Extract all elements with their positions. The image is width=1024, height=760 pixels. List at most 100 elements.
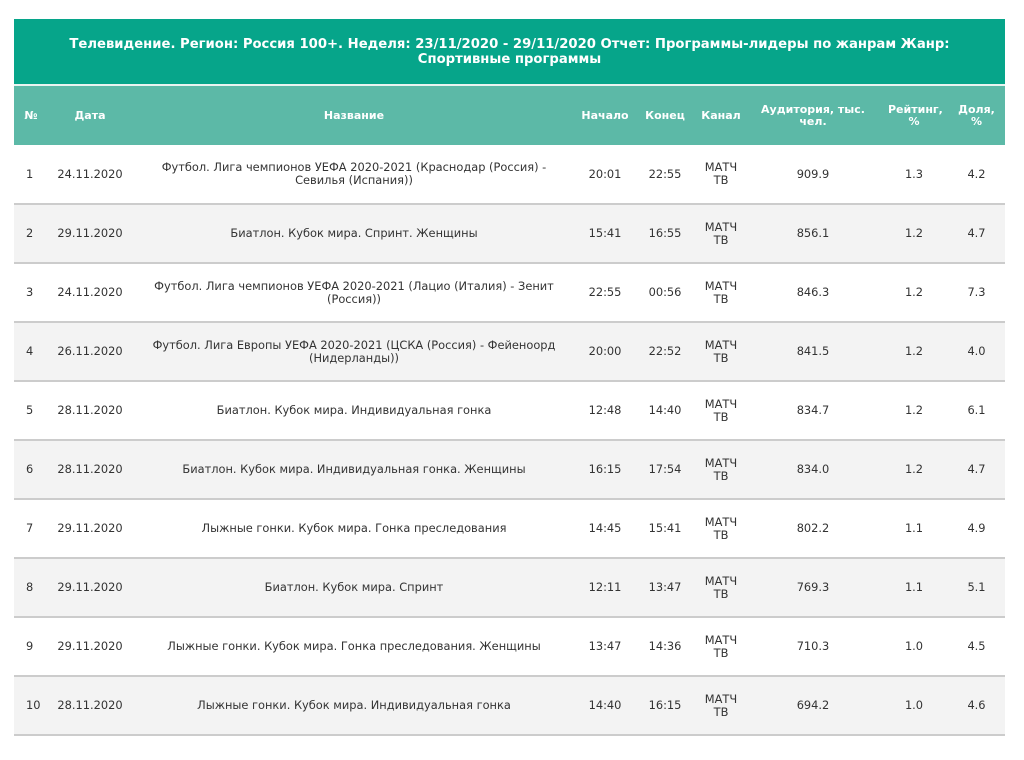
- table-row: 5 28.11.2020 Биатлон. Кубок мира. Индивиду…: [14, 381, 1005, 440]
- column-header-date[interactable]: Дата: [48, 84, 132, 145]
- cell-program-name: Лыжные гонки. Кубок мира. Индивидуальная…: [197, 698, 511, 712]
- cell-program-name: Биатлон. Кубок мира. Индивидуальная гонк…: [182, 462, 526, 476]
- cell-share: 5.1: [967, 580, 986, 594]
- cell-start-time: 20:00: [588, 344, 622, 358]
- channel-label: МАТЧ ТВ: [704, 514, 738, 542]
- cell-audience: 846.3: [796, 285, 830, 299]
- cell-channel: МАТЧ ТВ: [696, 558, 746, 617]
- table-row: 4 26.11.2020 Футбол. Лига Европы УЕФА 2020…: [14, 322, 1005, 381]
- cell-date: 29.11.2020: [57, 580, 123, 594]
- column-header-start[interactable]: Начало: [576, 84, 634, 145]
- cell-channel: МАТЧ ТВ: [696, 676, 746, 735]
- cell-start-time: 14:45: [588, 521, 622, 535]
- cell-audience: 769.3: [796, 580, 830, 594]
- table-row: 7 29.11.2020 Лыжные гонки. Кубок мира. Гон…: [14, 499, 1005, 558]
- cell-num: 3: [26, 285, 34, 299]
- cell-program-name: Лыжные гонки. Кубок мира. Гонка преследо…: [167, 639, 541, 653]
- table-row: 6 28.11.2020 Биатлон. Кубок мира. Индивиду…: [14, 440, 1005, 499]
- channel-label: МАТЧ ТВ: [704, 160, 738, 187]
- table-header: № Дата Название Начало Конец Канал Аудит…: [14, 84, 1005, 145]
- cell-program-name: Биатлон. Кубок мира. Спринт: [264, 580, 444, 594]
- cell-share: 4.9: [967, 521, 986, 535]
- cell-end-time: 17:54: [648, 462, 682, 476]
- cell-audience: 834.0: [796, 462, 830, 476]
- channel-label: МАТЧ ТВ: [704, 691, 738, 719]
- cell-share: 4.7: [967, 226, 986, 240]
- cell-program-name: Футбол. Лига чемпионов УЕФА 2020-2021 (К…: [161, 160, 547, 187]
- cell-share: 7.3: [967, 285, 986, 299]
- cell-share: 4.5: [967, 639, 986, 653]
- report-container: Телевидение. Регион: Россия 100+. Неделя…: [14, 19, 1005, 736]
- cell-date: 28.11.2020: [57, 462, 123, 476]
- channel-label: МАТЧ ТВ: [704, 337, 738, 365]
- cell-rating: 1.3: [904, 166, 924, 181]
- column-header-end[interactable]: Конец: [634, 84, 696, 145]
- cell-audience: 841.5: [796, 344, 830, 358]
- column-header-num[interactable]: №: [14, 84, 48, 145]
- cell-date: 29.11.2020: [57, 226, 123, 240]
- cell-date: 28.11.2020: [57, 403, 123, 417]
- cell-channel: МАТЧ ТВ: [696, 145, 746, 204]
- table-row: 2 29.11.2020 Биатлон. Кубок мира. Спринт. …: [14, 204, 1005, 263]
- column-header-name[interactable]: Название: [132, 84, 576, 145]
- cell-channel: МАТЧ ТВ: [696, 499, 746, 558]
- cell-date: 24.11.2020: [57, 166, 123, 181]
- cell-audience: 834.7: [796, 403, 830, 417]
- cell-start-time: 12:11: [588, 580, 622, 594]
- cell-share: 4.7: [967, 462, 986, 476]
- cell-date: 29.11.2020: [57, 521, 123, 535]
- cell-channel: МАТЧ ТВ: [696, 204, 746, 263]
- cell-program-name: Лыжные гонки. Кубок мира. Гонка преследо…: [201, 521, 507, 535]
- cell-rating: 1.2: [904, 403, 924, 417]
- cell-rating: 1.0: [904, 639, 924, 653]
- cell-share: 4.2: [967, 166, 986, 181]
- cell-end-time: 14:36: [648, 639, 682, 653]
- table-row: 9 29.11.2020 Лыжные гонки. Кубок мира. Гон…: [14, 617, 1005, 676]
- cell-start-time: 14:40: [588, 698, 622, 712]
- cell-channel: МАТЧ ТВ: [696, 322, 746, 381]
- cell-share: 4.6: [967, 698, 986, 712]
- cell-num: 8: [26, 580, 34, 594]
- table-header-row: № Дата Название Начало Конец Канал Аудит…: [14, 84, 1005, 145]
- channel-label: МАТЧ ТВ: [704, 455, 738, 483]
- column-header-share[interactable]: Доля, %: [948, 84, 1005, 145]
- cell-program-name: Биатлон. Кубок мира. Спринт. Женщины: [230, 226, 478, 240]
- cell-program-name: Биатлон. Кубок мира. Индивидуальная гонк…: [216, 403, 492, 417]
- cell-audience: 694.2: [796, 698, 830, 712]
- cell-channel: МАТЧ ТВ: [696, 440, 746, 499]
- cell-rating: 1.2: [904, 285, 924, 299]
- cell-rating: 1.2: [904, 226, 924, 240]
- table-row: 10 28.11.2020 Лыжные гонки. Кубок мира. Ин…: [14, 676, 1005, 735]
- cell-rating: 1.1: [904, 580, 924, 594]
- cell-end-time: 16:55: [648, 226, 682, 240]
- cell-rating: 1.0: [904, 698, 924, 712]
- cell-start-time: 22:55: [588, 285, 622, 299]
- channel-label: МАТЧ ТВ: [704, 396, 738, 424]
- cell-channel: МАТЧ ТВ: [696, 381, 746, 440]
- cell-num: 4: [26, 344, 34, 358]
- cell-num: 2: [26, 226, 34, 240]
- cell-num: 9: [26, 639, 34, 653]
- cell-num: 5: [26, 403, 34, 417]
- cell-num: 1: [26, 166, 34, 181]
- cell-start-time: 15:41: [588, 226, 622, 240]
- cell-num: 6: [26, 462, 34, 476]
- cell-rating: 1.2: [904, 462, 924, 476]
- cell-program-name: Футбол. Лига Европы УЕФА 2020-2021 (ЦСКА…: [152, 337, 556, 365]
- channel-label: МАТЧ ТВ: [704, 632, 738, 660]
- cell-audience: 856.1: [796, 226, 830, 240]
- cell-end-time: 14:40: [648, 403, 682, 417]
- cell-num: 7: [26, 521, 34, 535]
- cell-audience: 802.2: [796, 521, 830, 535]
- cell-end-time: 00:56: [648, 285, 682, 299]
- cell-end-time: 16:15: [648, 698, 682, 712]
- table-row: 3 24.11.2020 Футбол. Лига чемпионов УЕФА 2…: [14, 263, 1005, 322]
- cell-start-time: 12:48: [588, 403, 622, 417]
- column-header-channel[interactable]: Канал: [696, 84, 746, 145]
- cell-num: 10: [26, 698, 41, 712]
- cell-share: 4.0: [967, 344, 986, 358]
- cell-date: 28.11.2020: [57, 698, 123, 712]
- cell-date: 29.11.2020: [57, 639, 123, 653]
- column-header-rating[interactable]: Рейтинг, %: [880, 84, 948, 145]
- column-header-audience[interactable]: Аудитория, тыс. чел.: [746, 84, 880, 145]
